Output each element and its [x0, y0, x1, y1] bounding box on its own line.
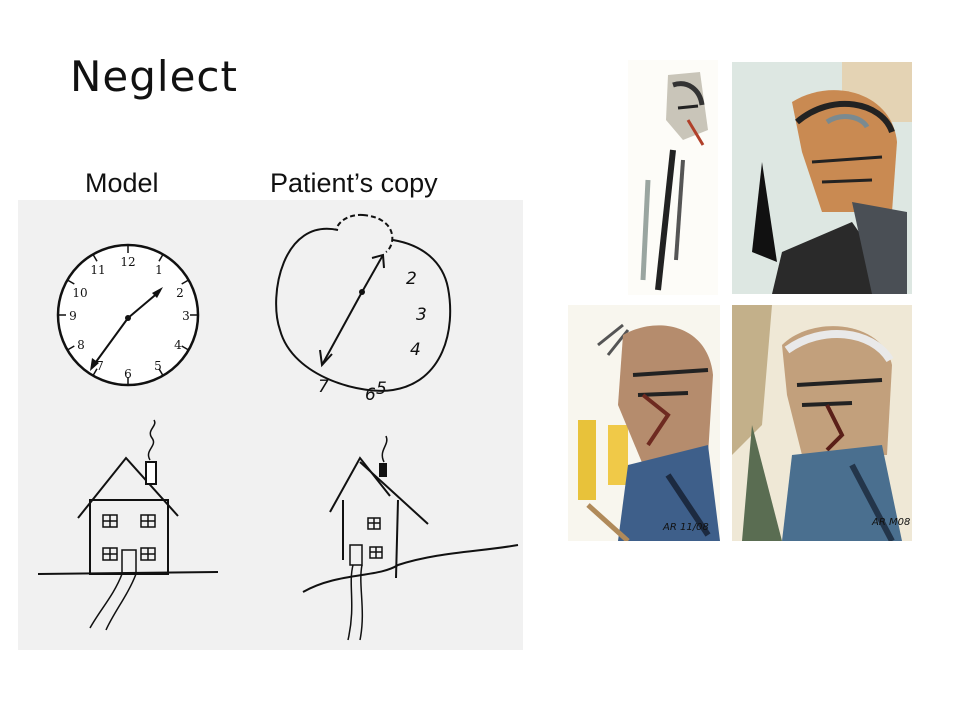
- patient-clock-center: [359, 289, 365, 295]
- neglect-drawings-figure: 12 1 2 3 4 5 6 7 8 9 10 11 2 3 4 6 5 7: [18, 200, 523, 650]
- portrait-4-signature: AR M08: [871, 517, 910, 528]
- model-clock-number: 9: [69, 309, 77, 323]
- patient-clock-number: 3: [416, 305, 427, 325]
- patient-house-chimney: [379, 463, 387, 477]
- model-clock-number: 3: [182, 309, 190, 323]
- patient-clock-number: 4: [410, 340, 421, 360]
- model-clock-number: 11: [90, 263, 105, 277]
- model-clock-number: 8: [77, 338, 85, 352]
- model-clock-number: 12: [120, 255, 135, 269]
- model-clock-number: 5: [154, 359, 162, 373]
- model-label: Model: [85, 168, 159, 198]
- portrait-3-signature: AR 11/08: [662, 522, 709, 533]
- model-clock-center: [125, 315, 131, 321]
- patient-copy-label: Patient’s copy: [270, 168, 438, 198]
- model-house-chimney: [145, 461, 157, 485]
- model-clock: 12 1 2 3 4 5 6 7 8 9 10 11: [56, 243, 200, 387]
- portrait-2: [732, 62, 912, 299]
- portrait-3: AR 11/08: [568, 305, 720, 546]
- portrait-4: AR M08: [732, 305, 912, 546]
- slide-title: Neglect: [70, 52, 238, 101]
- portrait-1: [628, 60, 718, 300]
- model-clock-number: 2: [176, 286, 184, 300]
- patient-clock-number: 2: [406, 269, 417, 289]
- model-clock-number: 4: [174, 338, 182, 352]
- model-clock-number: 6: [124, 367, 132, 381]
- model-clock-number: 1: [155, 263, 163, 277]
- patient-clock-number: 6: [365, 385, 376, 405]
- model-clock-number: 10: [72, 286, 87, 300]
- patient-clock-number: 5: [376, 379, 387, 399]
- patient-clock-number: 7: [318, 377, 329, 397]
